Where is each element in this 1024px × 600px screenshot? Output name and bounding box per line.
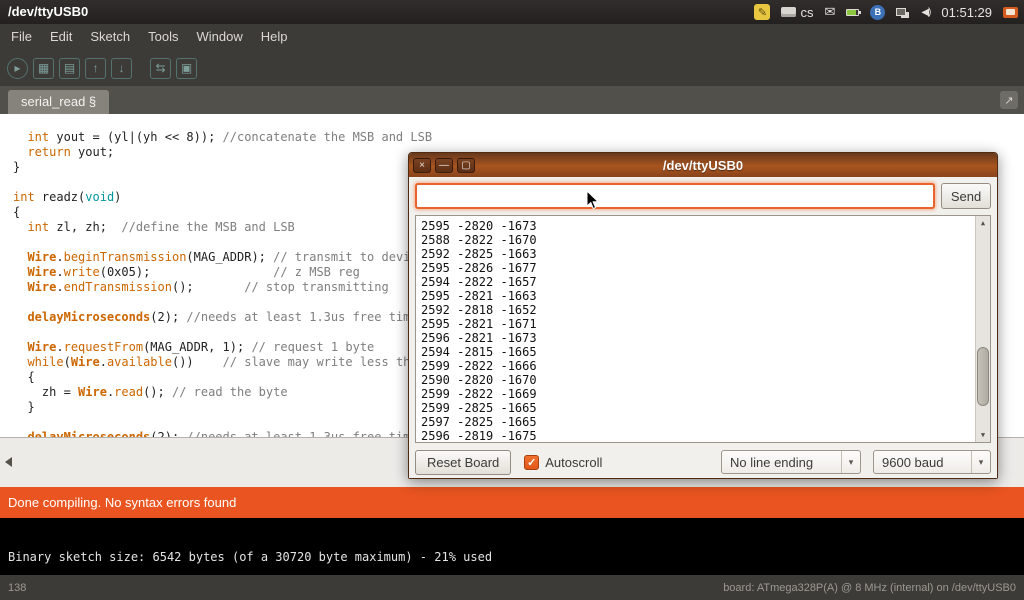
serial-line: 2595 -2820 -1673 xyxy=(421,219,985,233)
serial-monitor-button[interactable]: ▣ xyxy=(176,58,197,79)
scroll-left-arrow-icon[interactable] xyxy=(5,457,12,467)
serial-monitor-body: Send 2595 -2820 -16732588 -2822 -1670259… xyxy=(409,177,997,478)
scroll-down-icon[interactable]: ▼ xyxy=(976,428,990,442)
serial-scrollbar[interactable]: ▲ ▼ xyxy=(975,216,990,442)
compile-status-bar: Done compiling. No syntax errors found xyxy=(0,487,1024,518)
mouse-cursor xyxy=(586,190,599,215)
serial-line: 2599 -2822 -1669 xyxy=(421,387,985,401)
tab-strip: serial_read § ↗ xyxy=(0,86,1024,114)
serial-line: 2595 -2826 -1677 xyxy=(421,261,985,275)
notes-icon[interactable]: ✎ xyxy=(754,4,770,20)
line-ending-select[interactable]: No line ending ▾ xyxy=(721,450,861,474)
menu-sketch[interactable]: Sketch xyxy=(81,24,139,50)
chevron-down-icon: ▾ xyxy=(841,451,860,473)
serial-line: 2588 -2822 -1670 xyxy=(421,233,985,247)
bluetooth-icon[interactable]: B xyxy=(870,5,885,20)
serial-line: 2599 -2825 -1665 xyxy=(421,401,985,415)
close-button[interactable]: × xyxy=(413,158,431,173)
serial-controls: Reset Board ✓ Autoscroll No line ending … xyxy=(415,449,991,475)
system-tray: ✎ cs ✉ B ◀) 01:51:29 xyxy=(754,0,1018,24)
maximize-button[interactable]: ▢ xyxy=(457,158,475,173)
serial-line: 2592 -2818 -1652 xyxy=(421,303,985,317)
save-button[interactable]: ↓ xyxy=(111,58,132,79)
serial-line: 2590 -2820 -1670 xyxy=(421,373,985,387)
scroll-up-icon[interactable]: ▲ xyxy=(976,216,990,230)
serial-output-text: 2595 -2820 -16732588 -2822 -16702592 -28… xyxy=(416,216,990,443)
keyboard-icon xyxy=(781,7,796,17)
window-titlebar[interactable]: /dev/ttyUSB0 × — ▢ xyxy=(409,153,997,177)
console-text: Binary sketch size: 6542 bytes (of a 307… xyxy=(8,550,492,564)
compile-status-text: Done compiling. No syntax errors found xyxy=(8,495,236,510)
upload-button[interactable]: ⇆ xyxy=(150,58,171,79)
serial-line: 2594 -2815 -1665 xyxy=(421,345,985,359)
console-output: Binary sketch size: 6542 bytes (of a 307… xyxy=(0,518,1024,575)
top-panel: /dev/ttyUSB0 ✎ cs ✉ B ◀) 01:51:29 xyxy=(0,0,1024,24)
stop-button[interactable]: ▦ xyxy=(33,58,54,79)
tab-serial-read[interactable]: serial_read § xyxy=(8,90,109,114)
open-button[interactable]: ↑ xyxy=(85,58,106,79)
scrollbar-thumb[interactable] xyxy=(977,347,989,406)
board-info: board: ATmega328P(A) @ 8 MHz (internal) … xyxy=(723,582,1016,594)
menu-file[interactable]: File xyxy=(2,24,41,50)
new-sketch-button[interactable]: ▤ xyxy=(59,58,80,79)
serial-line: 2599 -2822 -1666 xyxy=(421,359,985,373)
baud-rate-select[interactable]: 9600 baud ▾ xyxy=(873,450,991,474)
serial-output[interactable]: 2595 -2820 -16732588 -2822 -16702592 -28… xyxy=(415,215,991,443)
volume-icon[interactable]: ◀) xyxy=(921,7,930,18)
menu-help[interactable]: Help xyxy=(252,24,297,50)
battery-icon[interactable] xyxy=(846,9,859,16)
verify-button[interactable]: ▸ xyxy=(7,58,28,79)
serial-line: 2597 -2825 -1665 xyxy=(421,415,985,429)
autoscroll-checkbox[interactable]: ✓ xyxy=(524,455,539,470)
session-icon[interactable] xyxy=(1003,7,1018,18)
line-number-indicator: 138 xyxy=(8,582,26,594)
baud-rate-value: 9600 baud xyxy=(874,455,971,470)
code-line: int yout = (yl|(yh << 8)); //concatenate… xyxy=(13,130,1024,145)
status-footer: 138 board: ATmega328P(A) @ 8 MHz (intern… xyxy=(0,575,1024,600)
menu-bar: FileEditSketchToolsWindowHelp xyxy=(0,24,1024,50)
serial-line: 2595 -2821 -1671 xyxy=(421,317,985,331)
clock[interactable]: 01:51:29 xyxy=(941,5,992,20)
serial-line: 2596 -2819 -1675 xyxy=(421,429,985,443)
autoscroll-label: Autoscroll xyxy=(545,455,602,470)
serial-monitor-window: /dev/ttyUSB0 × — ▢ Send 2595 -2820 -1673… xyxy=(408,152,998,479)
minimize-button[interactable]: — xyxy=(435,158,453,173)
menu-window[interactable]: Window xyxy=(187,24,251,50)
serial-line: 2592 -2825 -1663 xyxy=(421,247,985,261)
serial-line: 2596 -2821 -1673 xyxy=(421,331,985,345)
screen: /dev/ttyUSB0 ✎ cs ✉ B ◀) 01:51:29 FileEd… xyxy=(0,0,1024,600)
menu-tools[interactable]: Tools xyxy=(139,24,187,50)
serial-line: 2594 -2822 -1657 xyxy=(421,275,985,289)
menu-edit[interactable]: Edit xyxy=(41,24,81,50)
serial-send-input[interactable] xyxy=(415,183,935,209)
window-title: /dev/ttyUSB0 xyxy=(409,158,997,173)
chevron-down-icon: ▾ xyxy=(971,451,990,473)
serial-input-row: Send xyxy=(415,183,991,209)
serial-line: 2595 -2821 -1663 xyxy=(421,289,985,303)
keyboard-indicator[interactable]: cs xyxy=(781,5,813,20)
reset-board-button[interactable]: Reset Board xyxy=(415,450,511,475)
toolbar: ▸▦▤↑↓ ⇆▣ xyxy=(0,50,1024,86)
send-button[interactable]: Send xyxy=(941,183,991,209)
line-ending-value: No line ending xyxy=(722,455,841,470)
tab-menu-button[interactable]: ↗ xyxy=(1000,91,1018,109)
panel-window-title: /dev/ttyUSB0 xyxy=(8,4,88,19)
keyboard-layout-label: cs xyxy=(800,5,813,20)
mail-icon[interactable]: ✉ xyxy=(824,4,835,20)
network-icon[interactable] xyxy=(896,8,906,16)
